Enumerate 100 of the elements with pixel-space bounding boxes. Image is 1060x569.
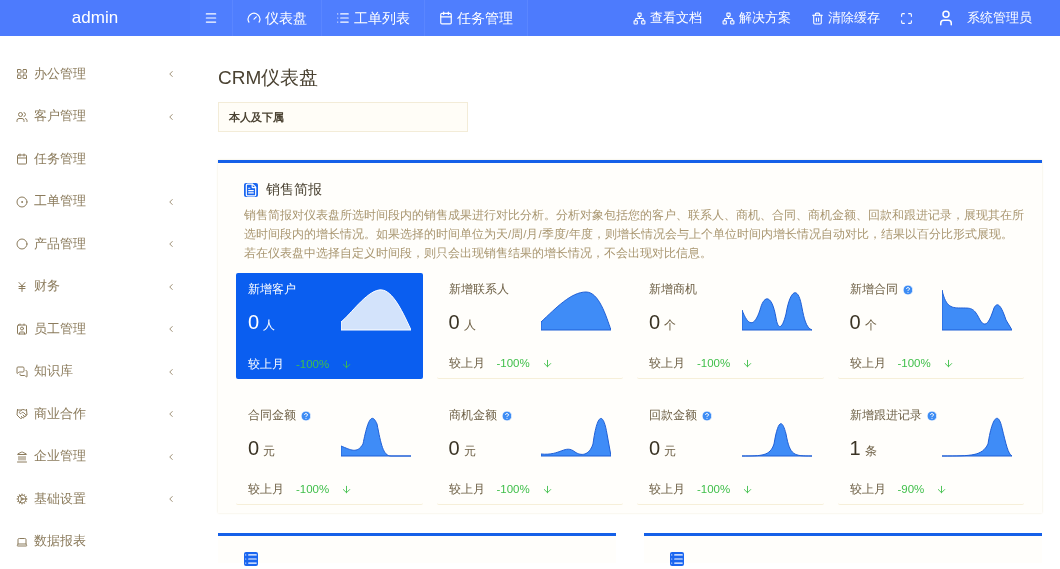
- sitemap-icon: [722, 11, 735, 25]
- chat-icon: [16, 365, 28, 378]
- card-title: 新增联系人: [448, 282, 509, 296]
- stat-value: 0: [248, 310, 260, 335]
- stat-card[interactable]: 合同金额 0 元 较上月 -100%: [236, 399, 423, 505]
- calendar-icon: [439, 11, 453, 25]
- bank-icon: [16, 450, 28, 463]
- card-title: 商机金额: [448, 408, 497, 422]
- compare-label: 较上月: [448, 355, 485, 371]
- card-title: 合同金额: [248, 408, 296, 422]
- yen-icon: [16, 280, 28, 293]
- stat-value: 0: [849, 310, 861, 335]
- change-value: -100%: [296, 356, 330, 372]
- unit-label: 人: [263, 317, 276, 334]
- compare-label: 较上月: [248, 481, 284, 497]
- change-value: -90%: [897, 481, 925, 497]
- gauge-icon: [247, 11, 261, 25]
- stat-card[interactable]: 回款金额 0 元 较上月 -100%: [637, 399, 824, 505]
- compare-label: 较上月: [849, 355, 886, 371]
- stat-card[interactable]: 新增跟进记录 1 条 较上月 -90%: [837, 399, 1024, 505]
- stat-value: 0: [448, 310, 460, 335]
- stat-value: 0: [248, 436, 260, 461]
- compare-label: 较上月: [649, 481, 685, 497]
- laptop-icon: [16, 535, 28, 548]
- sitemap-icon: [633, 11, 646, 25]
- handshake-icon: [16, 408, 28, 421]
- stat-value: 0: [448, 436, 460, 461]
- sidebar-item[interactable]: 客户管理: [0, 95, 190, 138]
- sidebar-item[interactable]: 工单管理: [0, 180, 190, 223]
- sparkline: [942, 287, 1012, 331]
- grid-icon: [16, 68, 28, 81]
- calendar-icon: [16, 153, 28, 166]
- down-arrow-icon: [742, 357, 754, 369]
- toolbar-link[interactable]: 清除缓存: [801, 0, 890, 36]
- stat-card[interactable]: 新增联系人 0 人 较上月 -100%: [436, 273, 623, 379]
- card-title: 回款金额: [649, 408, 697, 422]
- stat-card[interactable]: 商机金额 0 元 较上月 -100%: [436, 399, 623, 505]
- sidebar-item[interactable]: 企业管理: [0, 435, 190, 478]
- sidebar-item[interactable]: 基础设置: [0, 478, 190, 521]
- unit-label: 个: [864, 317, 877, 334]
- sidebar-item[interactable]: 商业合作: [0, 393, 190, 436]
- unit-label: 元: [664, 443, 677, 460]
- list-icon: [336, 11, 350, 25]
- card-title: 新增跟进记录: [849, 408, 922, 422]
- help-icon[interactable]: [901, 283, 914, 296]
- stat-value: 0: [649, 436, 661, 461]
- circle-icon: [16, 195, 28, 208]
- menu-icon: [204, 11, 218, 25]
- gear-icon: [16, 493, 28, 506]
- stat-card[interactable]: 新增客户 0 人 较上月 -100%: [236, 273, 423, 379]
- users-icon: [16, 110, 28, 123]
- card-title: 新增合同: [849, 282, 898, 296]
- card-title: 新增商机: [649, 282, 697, 296]
- page-title: CRM仪表盘: [218, 66, 320, 90]
- compare-label: 较上月: [649, 355, 685, 371]
- brand-title[interactable]: admin: [71, 5, 119, 31]
- panel-title: 销售简报: [266, 180, 322, 199]
- panel-description: 销售简报对仪表盘所选时间段内的销售成果进行对比分析。分析对象包括您的客户、联系人、商机、合同、商机金额、回款和跟进记录，展现其在所选时间段内的增长情况。如果选择的时间单位为天/周/月/季度/年度，则增长情况会与上个单位时间内增长情况自动对比，结果以百分比形式展现。若在仪表盘中选择自定义时间段，则只会出现销售结果的增长情况，不会出现对比信息。: [244, 208, 1024, 261]
- circle-icon: [16, 238, 28, 251]
- toolbar-link[interactable]: 查看文档: [623, 0, 712, 36]
- report-icon: [244, 182, 258, 197]
- sparkline: [340, 287, 411, 331]
- sidebar-item[interactable]: 员工管理: [0, 308, 190, 351]
- unit-label: 条: [864, 443, 877, 460]
- unit-label: 元: [263, 443, 276, 460]
- card-title: 新增客户: [248, 282, 296, 296]
- help-icon[interactable]: [925, 409, 938, 422]
- change-value: -100%: [496, 481, 530, 497]
- down-arrow-icon: [936, 483, 948, 495]
- down-arrow-icon: [541, 357, 553, 369]
- unit-label: 人: [463, 317, 476, 334]
- sidebar-item[interactable]: 数据报表: [0, 520, 190, 563]
- change-value: -100%: [897, 355, 931, 371]
- stat-value: 1: [849, 436, 861, 461]
- sidebar-item[interactable]: 任务管理: [0, 138, 190, 181]
- user-menu[interactable]: 系统管理员: [923, 0, 1046, 36]
- down-arrow-icon: [742, 483, 754, 495]
- contact-card-icon: [16, 323, 28, 336]
- down-arrow-icon: [341, 358, 353, 370]
- help-icon[interactable]: [701, 409, 713, 422]
- change-value: -100%: [296, 481, 330, 497]
- sidebar-item[interactable]: 财务: [0, 265, 190, 308]
- avatar-icon: [937, 9, 955, 27]
- toolbar-link[interactable]: 解决方案: [712, 0, 801, 36]
- down-arrow-icon: [942, 357, 954, 369]
- change-value: -100%: [496, 355, 530, 371]
- change-value: -100%: [697, 481, 731, 497]
- sidebar-item[interactable]: 知识库: [0, 350, 190, 393]
- down-arrow-icon: [541, 483, 553, 495]
- sidebar-item[interactable]: 产品管理: [0, 223, 190, 266]
- compare-label: 较上月: [448, 481, 485, 497]
- change-value: -100%: [697, 355, 731, 371]
- help-icon[interactable]: [300, 409, 312, 422]
- help-icon[interactable]: [500, 409, 513, 422]
- stat-card[interactable]: 新增合同 0 个 较上月 -100%: [837, 273, 1024, 379]
- stat-value: 0: [649, 310, 661, 335]
- unit-label: 个: [664, 317, 677, 334]
- sidebar-item[interactable]: 办公管理: [0, 53, 190, 96]
- stat-card[interactable]: 新增商机 0 个 较上月 -100%: [637, 273, 824, 379]
- compare-label: 较上月: [248, 356, 284, 372]
